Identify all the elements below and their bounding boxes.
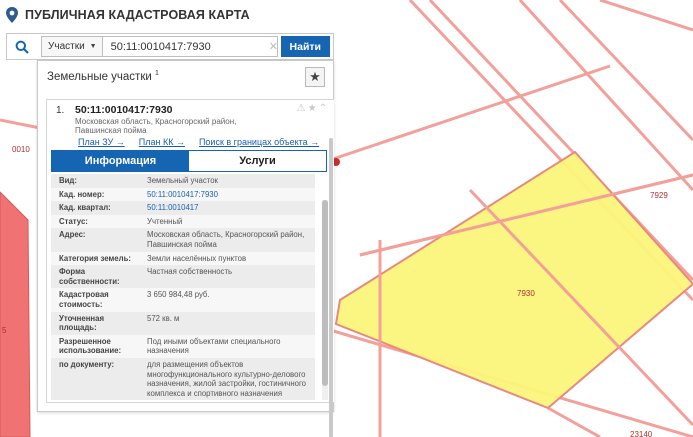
attribute-label: Кадастровая стоимость: [59, 290, 109, 309]
tabs: Информация Услуги [51, 150, 327, 172]
attribute-row: Статус: Учтенный [51, 214, 315, 229]
result-actions: ⚠ ★ ⌃ [297, 103, 327, 114]
attribute-label: Вид: [59, 176, 77, 185]
clear-icon[interactable]: ✕ [269, 40, 278, 53]
app-header: ПУБЛИЧНАЯ КАДАСТРОВАЯ КАРТА [0, 0, 330, 30]
map-label: 0010 [12, 145, 30, 154]
link-plan-kk[interactable]: План КК → [139, 137, 185, 147]
attribute-label: Разрешенное использование: [59, 336, 122, 356]
attribute-value: Учтенный [147, 216, 183, 226]
neighbor-parcel [0, 191, 31, 437]
result-address-line: Павшинская пойма [75, 126, 147, 135]
search-bar: Участки ▼ ✕ Найти [6, 33, 334, 60]
attribute-row: Кад. квартал: 50:11:0010417 [51, 201, 315, 215]
panel-scrollbar-thumb[interactable] [329, 138, 333, 437]
attributes-table: Вид: Земельный участок Кад. номер: 50:11… [51, 174, 315, 400]
attribute-value-link[interactable]: 50:11:0010417:7930 [141, 190, 315, 200]
attribute-value: для размещения объектов многофункциональ… [147, 359, 306, 398]
attribute-value: 3 650 984,48 руб. [147, 290, 210, 300]
search-button[interactable]: Найти [280, 36, 330, 57]
result-head[interactable]: 1. 50:11:0010417:7930 Московская область… [47, 100, 335, 150]
search-type-select[interactable]: Участки ▼ [41, 36, 103, 57]
map-label: 5 [2, 326, 7, 335]
attribute-value: Под иными объектами специального назначе… [147, 336, 281, 356]
panel-title-text: Земельные участки [47, 70, 152, 83]
attribute-row: Форма собственности: Частная собственнос… [51, 265, 315, 289]
warning-icon[interactable]: ⚠ [297, 103, 306, 114]
attribute-label: по документу: [59, 359, 115, 369]
attribute-row: Кад. номер: 50:11:0010417:7930 [51, 187, 315, 202]
link-search-in-bounds[interactable]: Поиск в границах объекта → [199, 137, 319, 147]
favorites-button[interactable]: ★ [305, 67, 325, 87]
chevron-down-icon: ▼ [89, 43, 97, 50]
panel-title: Земельные участки 1 [47, 70, 159, 83]
attribute-row: по документу: для размещения объектов мн… [51, 357, 315, 400]
attribute-value: 572 кв. м [147, 313, 180, 323]
attribute-value: Земельный участок [147, 176, 218, 185]
result-address-line: Московская область, Красногорский район, [75, 117, 237, 126]
attribute-row: Кадастровая стоимость: 3 650 984,48 руб. [51, 288, 315, 312]
attribute-row: Вид: Земельный участок [51, 174, 315, 188]
attribute-label: Статус: [59, 216, 88, 226]
app-title: ПУБЛИЧНАЯ КАДАСТРОВАЯ КАРТА [25, 8, 250, 22]
attribute-label: Кад. номер: [59, 189, 105, 199]
panel-count: 1 [154, 70, 159, 77]
search-type-label: Участки [48, 41, 85, 52]
panel-scrollbar[interactable] [329, 138, 333, 437]
attribute-value: Частная собственность [147, 267, 233, 277]
star-icon[interactable]: ★ [308, 103, 317, 114]
result-links: План ЗУ → План КК → Поиск в границах объ… [78, 137, 333, 147]
map-label: 7930 [517, 289, 535, 298]
attribute-row: Разрешенное использование: Под иными объ… [51, 334, 315, 358]
attribute-label: Категория земель: [59, 253, 131, 263]
search-icon[interactable] [7, 34, 37, 59]
result-number: 1. [56, 105, 65, 116]
attribute-value-link[interactable]: 50:11:0010417 [141, 203, 315, 213]
attribute-row: Категория земель: Земли населённых пункт… [51, 251, 315, 266]
result-card: 1. 50:11:0010417:7930 Московская область… [46, 99, 335, 437]
panel-header: Земельные участки 1 ★ [38, 61, 333, 94]
attribute-label: Адрес: [59, 230, 86, 240]
attribute-row: Уточненная площадь: 572 кв. м [51, 311, 315, 335]
star-icon: ★ [309, 69, 321, 84]
link-plan-zu[interactable]: План ЗУ → [78, 137, 125, 147]
result-cadastral-number: 50:11:0010417:7930 [75, 104, 173, 116]
chevron-up-icon[interactable]: ⌃ [319, 103, 327, 114]
attribute-row: Адрес: Московская область, Красногорский… [51, 228, 315, 252]
tab-services[interactable]: Услуги [189, 151, 326, 171]
attribute-label: Уточненная площадь: [59, 313, 105, 333]
map-label: 7929 [650, 191, 668, 200]
map-label: 23140 [630, 430, 653, 437]
attribute-value: Земли населённых пунктов [147, 253, 247, 263]
search-input[interactable] [102, 36, 278, 57]
attributes-scrollbar-thumb[interactable] [322, 200, 328, 386]
logo-icon [6, 7, 18, 23]
attribute-value: Московская область, Красногорский район,… [147, 230, 305, 249]
attribute-label: Форма собственности: [59, 267, 120, 286]
attribute-label: Кад. квартал: [59, 203, 111, 213]
attributes-scrollbar[interactable] [322, 200, 328, 400]
results-panel: Земельные участки 1 ★ 1. 50:11:0010417:7… [37, 60, 335, 437]
tab-information[interactable]: Информация [52, 151, 189, 171]
